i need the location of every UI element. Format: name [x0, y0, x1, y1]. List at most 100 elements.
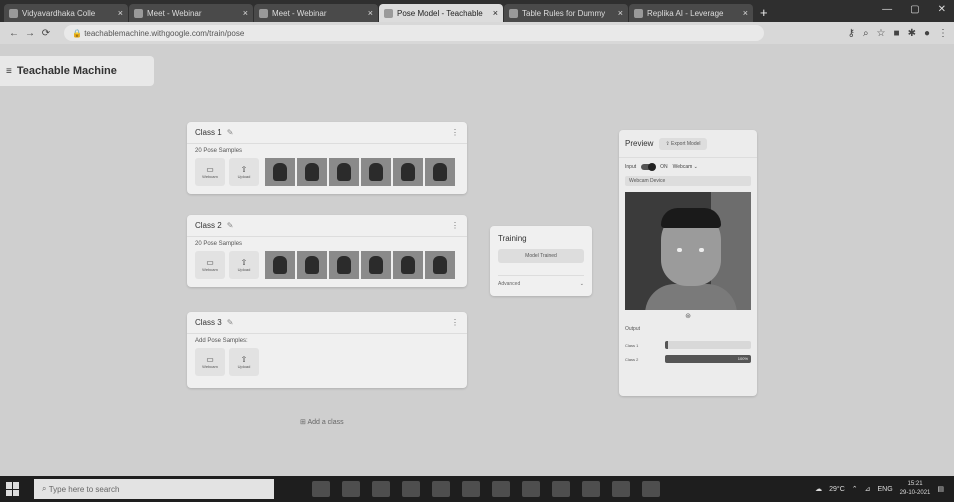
network-icon[interactable]: ⊿	[865, 485, 871, 493]
output-row: Class 1	[619, 338, 757, 352]
sample-thumbnail[interactable]	[361, 251, 391, 279]
edit-pencil-icon[interactable]: ✎	[227, 221, 234, 230]
export-model-button[interactable]: ⇪ Export Model	[659, 137, 707, 150]
forward-icon[interactable]: →	[22, 28, 38, 39]
browser-tab[interactable]: Replika AI - Leverage ×	[629, 4, 753, 22]
browser-tab[interactable]: Vidyavardhaka Colle ×	[4, 4, 128, 22]
taskbar-app-icon[interactable]	[612, 481, 630, 497]
browser-menu-icon[interactable]: ⋮	[938, 28, 948, 39]
sample-thumbnail[interactable]	[393, 251, 423, 279]
upload-button[interactable]: ⇧ Upload	[229, 251, 259, 279]
task-view-icon[interactable]	[342, 481, 360, 497]
sample-thumbnail[interactable]	[425, 251, 455, 279]
bookmark-star-icon[interactable]: ☆	[877, 28, 886, 39]
reload-icon[interactable]: ⟳	[38, 28, 54, 39]
sample-thumbnail[interactable]	[361, 158, 391, 186]
source-select[interactable]: Webcam ⌄	[673, 164, 698, 170]
class-name[interactable]: Class 1	[195, 128, 222, 137]
browser-tab[interactable]: Table Rules for Dummy ×	[504, 4, 628, 22]
key-icon[interactable]: ⚷	[848, 28, 855, 39]
close-tab-icon[interactable]: ×	[368, 8, 373, 18]
sample-thumbnail[interactable]	[265, 251, 295, 279]
notification-icon[interactable]: ▤	[937, 485, 944, 493]
flip-camera-icon[interactable]: ⊛	[619, 312, 757, 320]
hamburger-menu-icon[interactable]: ≡	[6, 66, 12, 77]
clock[interactable]: 15:21 29-10-2021	[900, 480, 931, 498]
upload-button[interactable]: ⇧ Upload	[229, 348, 259, 376]
taskbar-apps	[312, 481, 660, 497]
url-field[interactable]: 🔒 teachablemachine.withgoogle.com/train/…	[64, 25, 764, 41]
sample-thumbnail[interactable]	[265, 158, 295, 186]
advanced-toggle[interactable]: Advanced ⌄	[498, 275, 584, 287]
upload-icon: ⇧	[240, 165, 248, 174]
favicon-icon	[634, 8, 643, 18]
taskbar-app-icon[interactable]	[402, 481, 420, 497]
profile-icon[interactable]: ●	[924, 28, 930, 39]
more-options-icon[interactable]: ⋮	[451, 318, 459, 327]
output-label: Output	[625, 326, 641, 332]
taskbar-app-icon[interactable]	[522, 481, 540, 497]
sample-thumbnail[interactable]	[297, 158, 327, 186]
sample-thumbnail[interactable]	[425, 158, 455, 186]
favicon-icon	[259, 8, 268, 18]
upload-button[interactable]: ⇧ Upload	[229, 158, 259, 186]
browser-tab-active[interactable]: Pose Model - Teachable ×	[379, 4, 503, 22]
browser-extensions: ⚷ ⌕ ☆ ■ ✱ ● ⋮	[848, 28, 948, 39]
windows-start-icon[interactable]	[6, 482, 24, 496]
weather-temp: 29°C	[829, 485, 845, 493]
taskbar-app-icon[interactable]	[432, 481, 450, 497]
taskbar-app-icon[interactable]	[462, 481, 480, 497]
chevron-up-icon[interactable]: ⌃	[852, 485, 858, 493]
browser-tab[interactable]: Meet - Webinar ×	[254, 4, 378, 22]
camera-select[interactable]: Webcam Device	[625, 176, 751, 186]
taskbar-app-icon[interactable]	[582, 481, 600, 497]
taskbar-app-icon[interactable]	[552, 481, 570, 497]
taskbar-search[interactable]: ⌕ Type here to search	[34, 479, 274, 499]
add-class-button[interactable]: ⊞ Add a class	[300, 418, 344, 426]
sample-thumbnail[interactable]	[297, 251, 327, 279]
more-options-icon[interactable]: ⋮	[451, 221, 459, 230]
close-tab-icon[interactable]: ×	[743, 8, 748, 18]
edit-pencil-icon[interactable]: ✎	[227, 128, 234, 137]
cortana-icon[interactable]	[312, 481, 330, 497]
close-tab-icon[interactable]: ×	[618, 8, 623, 18]
close-window-icon[interactable]: ✕	[938, 4, 946, 15]
webcam-feed	[625, 192, 751, 310]
taskbar-app-icon[interactable]	[372, 481, 390, 497]
extension-icon[interactable]: ■	[894, 28, 900, 39]
more-options-icon[interactable]: ⋮	[451, 128, 459, 137]
train-model-button[interactable]: Model Trained	[498, 249, 584, 263]
preview-panel: Preview ⇪ Export Model Input ON Webcam ⌄…	[619, 130, 757, 396]
close-tab-icon[interactable]: ×	[243, 8, 248, 18]
webcam-button[interactable]: ▭ Webcam	[195, 348, 225, 376]
sample-thumbnail[interactable]	[393, 158, 423, 186]
webcam-button[interactable]: ▭ Webcam	[195, 158, 225, 186]
close-tab-icon[interactable]: ×	[118, 8, 123, 18]
input-toggle[interactable]	[641, 163, 657, 171]
taskbar-app-icon[interactable]	[492, 481, 510, 497]
sample-thumbnail[interactable]	[329, 158, 359, 186]
weather-icon[interactable]: ☁	[815, 485, 822, 493]
taskbar-app-icon[interactable]	[642, 481, 660, 497]
input-label: Input	[625, 164, 637, 170]
language-indicator[interactable]: ENG	[878, 486, 893, 493]
minimize-icon[interactable]: —	[882, 4, 892, 15]
class-name[interactable]: Class 2	[195, 221, 222, 230]
chevron-down-icon: ⌄	[579, 281, 584, 287]
sample-count: 20 Pose Samples	[195, 148, 243, 154]
maximize-icon[interactable]: ▢	[910, 4, 919, 15]
puzzle-icon[interactable]: ✱	[908, 28, 916, 39]
sample-thumbnail[interactable]	[329, 251, 359, 279]
webcam-button[interactable]: ▭ Webcam	[195, 251, 225, 279]
zoom-icon[interactable]: ⌕	[863, 28, 869, 39]
back-icon[interactable]: ←	[6, 28, 22, 39]
new-tab-button[interactable]: +	[760, 4, 768, 22]
confidence-bar	[665, 341, 751, 349]
edit-pencil-icon[interactable]: ✎	[227, 318, 234, 327]
upload-icon: ⇧	[240, 258, 248, 267]
browser-tab[interactable]: Meet - Webinar ×	[129, 4, 253, 22]
lock-icon: 🔒	[72, 28, 85, 38]
favicon-icon	[509, 8, 518, 18]
class-name[interactable]: Class 3	[195, 318, 222, 327]
close-tab-icon[interactable]: ×	[493, 8, 498, 18]
